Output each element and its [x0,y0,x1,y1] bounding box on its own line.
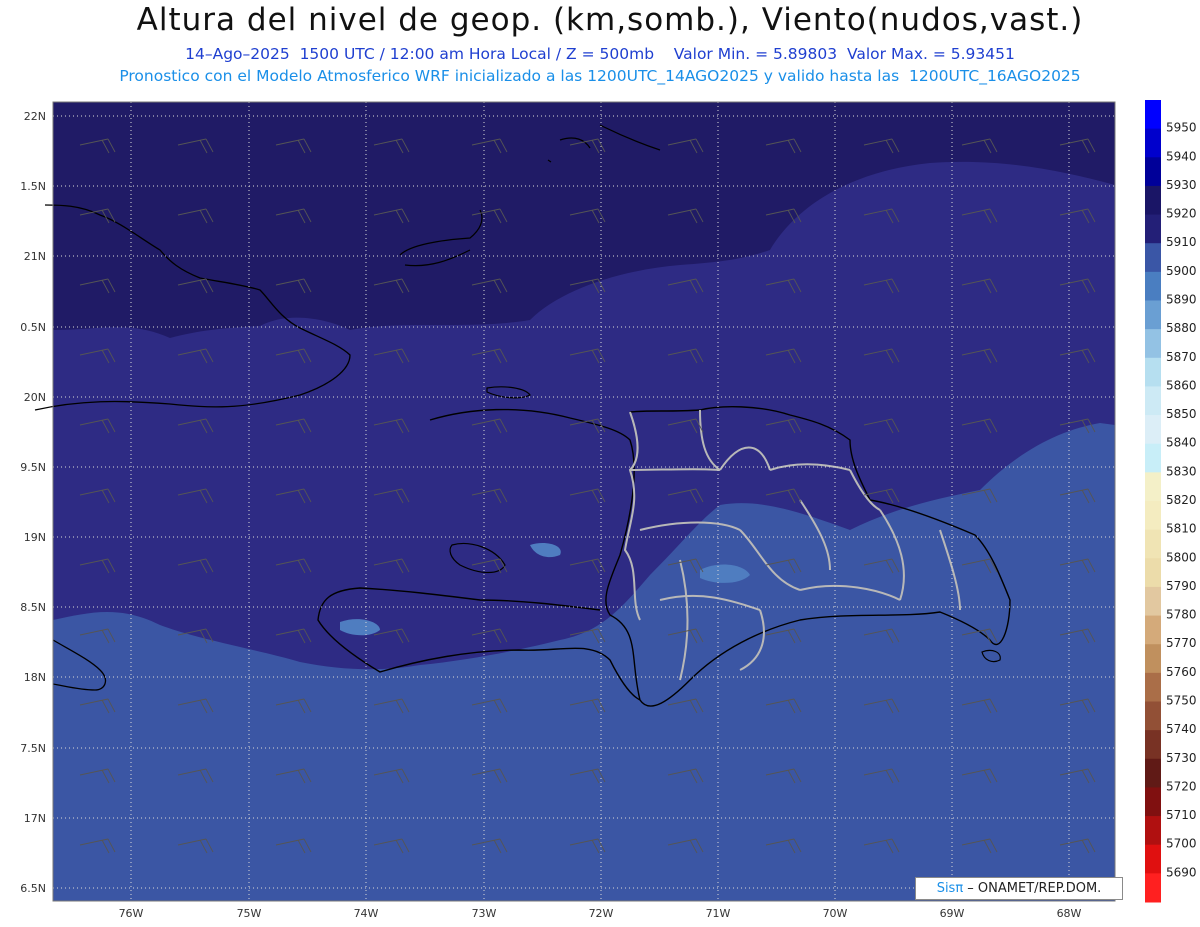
lat-label: 6.5N [20,882,46,895]
colorbar-label: 5710 [1166,808,1197,822]
colorbar-label: 5950 [1166,121,1197,135]
lon-label: 68W [1057,907,1082,920]
colorbar-swatch [1145,443,1161,473]
lon-label: 75W [237,907,262,920]
lat-label: 22N [24,110,46,123]
colorbar-swatch [1145,300,1161,330]
colorbar-label: 5760 [1166,665,1197,679]
colorbar-swatch [1145,844,1161,874]
colorbar-label: 5720 [1166,779,1197,793]
colorbar-swatch [1145,615,1161,645]
colorbar-swatch [1145,472,1161,502]
lat-label: 8.5N [20,601,46,614]
colorbar-swatch [1145,243,1161,273]
colorbar-label: 5910 [1166,235,1197,249]
colorbar-swatch [1145,586,1161,617]
colorbar-label: 5690 [1166,865,1197,879]
colorbar-swatch [1145,128,1161,158]
colorbar-swatch [1145,873,1161,903]
colorbar-swatch [1145,386,1161,416]
credit-text: – ONAMET/REP.DOM. [963,881,1102,896]
colorbar-swatch [1145,529,1161,559]
lon-label: 69W [940,907,965,920]
colorbar-swatch [1145,701,1161,731]
colorbar-swatch [1145,271,1161,301]
lon-label: 70W [823,907,848,920]
colorbar-swatch [1145,415,1161,445]
lat-label: 7.5N [20,742,46,755]
lat-label: 9.5N [20,461,46,474]
geopotential-map: 22N 1.5N 21N 0.5N 20N 9.5N 19N 8.5N 18N … [20,100,1197,920]
lat-label: 1.5N [20,180,46,193]
lat-label: 21N [24,250,46,263]
lat-label: 19N [24,531,46,544]
colorbar-label: 5750 [1166,694,1197,708]
colorbar-swatch [1145,816,1161,846]
colorbar-label: 5860 [1166,378,1197,392]
colorbar-swatch [1145,214,1161,244]
colorbar-label: 5740 [1166,722,1197,736]
colorbar-label: 5790 [1166,579,1197,593]
lon-label: 76W [119,907,144,920]
lon-label: 74W [354,907,379,920]
lat-label: 18N [24,671,46,684]
lat-label: 20N [24,391,46,404]
credit-box: Sisπ – ONAMET/REP.DOM. [915,877,1123,900]
lon-label: 72W [589,907,614,920]
colorbar-swatch [1145,357,1161,387]
colorbar-label: 5780 [1166,608,1197,622]
colorbar-label: 5730 [1166,751,1197,765]
lon-label: 73W [472,907,497,920]
colorbar-swatch [1145,672,1161,702]
colorbar-label: 5890 [1166,293,1197,307]
colorbar-swatch [1145,185,1161,216]
colorbar-swatch [1145,758,1161,788]
colorbar-label: 5880 [1166,321,1197,335]
colorbar-swatch [1145,787,1161,817]
colorbar-label: 5870 [1166,350,1197,364]
sispi-logo: Sisπ [936,881,964,896]
colorbar-label: 5820 [1166,493,1197,507]
colorbar-label: 5800 [1166,550,1197,564]
colorbar-swatch [1145,329,1161,359]
colorbar-label: 5770 [1166,636,1197,650]
colorbar-label: 5850 [1166,407,1197,421]
colorbar-swatch [1145,558,1161,588]
colorbar-label: 5700 [1166,837,1197,851]
colorbar: 5950 5940 5930 5920 5910 5900 5890 5880 5870 5860… [1145,100,1197,903]
lon-axis: 76W 75W 74W 73W 72W 71W 70W 69W 68W [119,907,1082,920]
colorbar-swatch [1145,501,1161,531]
colorbar-label: 5920 [1166,207,1197,221]
lat-label: 0.5N [20,321,46,334]
colorbar-swatch [1145,730,1161,760]
colorbar-swatch [1145,100,1161,130]
colorbar-label: 5830 [1166,464,1197,478]
colorbar-label: 5810 [1166,522,1197,536]
colorbar-swatch [1145,157,1161,187]
colorbar-swatch [1145,644,1161,674]
colorbar-label: 5940 [1166,149,1197,163]
lat-axis: 22N 1.5N 21N 0.5N 20N 9.5N 19N 8.5N 18N … [20,110,46,895]
lon-label: 71W [706,907,731,920]
lat-label: 17N [24,812,46,825]
colorbar-label: 5840 [1166,436,1197,450]
colorbar-label: 5900 [1166,264,1197,278]
colorbar-label: 5930 [1166,178,1197,192]
